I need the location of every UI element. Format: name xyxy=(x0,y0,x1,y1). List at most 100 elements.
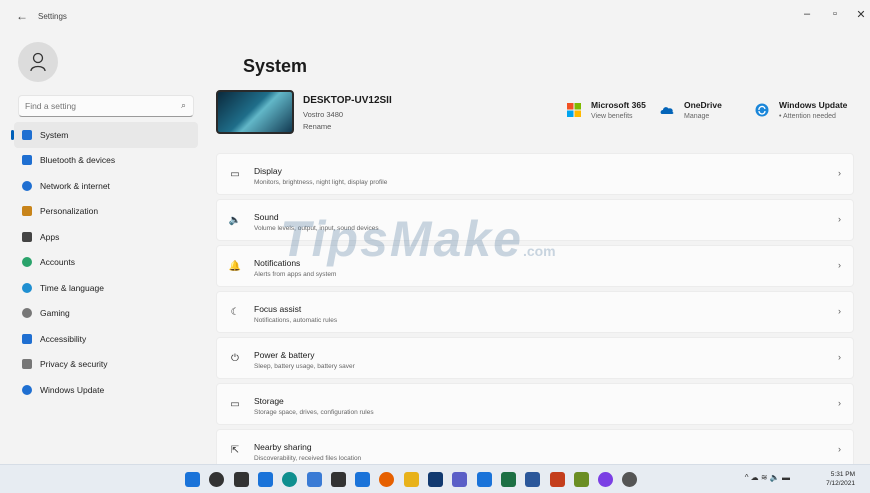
sidebar-item-personalization[interactable]: Personalization xyxy=(14,199,198,225)
search-box[interactable]: ⌕ xyxy=(18,95,194,117)
excel-icon[interactable] xyxy=(500,472,516,487)
sidebar-item-label: Apps xyxy=(40,231,60,242)
sidebar-item-accounts[interactable]: Accounts xyxy=(14,250,198,276)
maximize-button[interactable]: ▫ xyxy=(826,8,844,20)
card-subtitle: Notifications, automatic rules xyxy=(254,317,338,324)
store-icon[interactable] xyxy=(330,472,346,487)
windows-update-tile[interactable]: Windows Update • Attention needed xyxy=(755,100,847,120)
clock-date: 7/12/2021 xyxy=(826,480,855,487)
onedrive-tile[interactable]: OneDrive Manage xyxy=(660,100,722,120)
settings-card-display[interactable]: ▭ Display Monitors, brightness, night ligh… xyxy=(216,153,854,195)
sidebar-item-label: Network & internet xyxy=(40,180,110,191)
photos-icon[interactable] xyxy=(306,472,322,487)
sidebar-item-label: Personalization xyxy=(40,206,99,217)
settings-card-storage[interactable]: ▭ Storage Storage space, drives, configura… xyxy=(216,383,854,425)
settings-card-sound[interactable]: 🔈 Sound Volume levels, output, input, soun… xyxy=(216,199,854,241)
gamepad-icon xyxy=(22,308,32,319)
sidebar-item-label: System xyxy=(40,129,69,140)
device-wallpaper-thumbnail xyxy=(216,90,294,134)
sidebar-item-label: Windows Update xyxy=(40,384,105,395)
close-button[interactable]: ✕ xyxy=(852,8,870,21)
sidebar-item-label: Bluetooth & devices xyxy=(40,155,116,166)
promo-title: OneDrive xyxy=(684,100,722,110)
system-tray[interactable]: ^ ☁ ≋ 🔈 ▬ xyxy=(745,473,790,482)
sidebar-nav: System Bluetooth & devices Network & inter… xyxy=(11,122,198,403)
teams-icon[interactable] xyxy=(452,472,468,487)
edge-icon[interactable] xyxy=(282,472,298,487)
chevron-right-icon: › xyxy=(838,306,841,316)
widgets-icon[interactable] xyxy=(257,472,273,487)
back-arrow-icon[interactable]: ← xyxy=(16,9,28,23)
sidebar-item-accessibility[interactable]: Accessibility xyxy=(14,326,198,352)
chevron-right-icon: › xyxy=(838,398,841,408)
card-subtitle: Sleep, battery usage, battery saver xyxy=(254,363,355,370)
search-icon[interactable] xyxy=(209,472,225,487)
rename-link[interactable]: Rename xyxy=(303,122,331,131)
notepad-icon[interactable] xyxy=(476,472,492,487)
card-title: Nearby sharing xyxy=(254,442,312,452)
sidebar-item-system[interactable]: System xyxy=(11,122,198,148)
user-icon xyxy=(30,52,46,72)
card-title: Power & battery xyxy=(254,350,315,360)
device-model: Vostro 3480 xyxy=(303,110,344,119)
mail-icon[interactable] xyxy=(355,472,371,487)
onedrive-cloud-icon xyxy=(660,107,674,114)
settings-icon[interactable] xyxy=(622,472,638,487)
accessibility-icon xyxy=(22,333,32,344)
promo-title: Windows Update xyxy=(779,100,848,110)
settings-card-power-battery[interactable]: ⏻ Power & battery Sleep, battery usage, ba… xyxy=(216,337,854,379)
word-icon[interactable] xyxy=(525,472,541,487)
settings-card-focus-assist[interactable]: ☾ Focus assist Notifications, automatic ru… xyxy=(216,291,854,333)
snip-icon[interactable] xyxy=(573,472,589,487)
title-bar: ← Settings – ▫ ✕ xyxy=(0,0,870,30)
firefox-icon[interactable] xyxy=(379,472,395,487)
powerpoint-icon[interactable] xyxy=(549,472,565,487)
sidebar-item-gaming[interactable]: Gaming xyxy=(14,301,198,327)
windows-update-icon xyxy=(755,103,769,117)
sidebar-item-network-internet[interactable]: Network & internet xyxy=(14,173,198,199)
sidebar-item-label: Privacy & security xyxy=(40,359,108,370)
microsoft-365-icon xyxy=(567,103,581,117)
device-name: DESKTOP-UV12SII xyxy=(303,95,392,106)
task-view-icon[interactable] xyxy=(233,472,249,487)
page-title: System xyxy=(243,56,308,76)
sidebar-item-apps[interactable]: Apps xyxy=(14,224,198,250)
search-input[interactable] xyxy=(19,96,169,116)
chevron-right-icon: › xyxy=(838,214,841,224)
sidebar-item-label: Gaming xyxy=(40,308,70,319)
sidebar-item-windows-update[interactable]: Windows Update xyxy=(14,377,198,403)
card-title: Display xyxy=(254,166,282,176)
chevron-right-icon: › xyxy=(838,168,841,178)
settings-card-notifications[interactable]: 🔔 Notifications Alerts from apps and syste… xyxy=(216,245,854,287)
sidebar-item-label: Accessibility xyxy=(40,333,87,344)
card-subtitle: Monitors, brightness, night light, displ… xyxy=(254,179,388,186)
clock-time: 5:31 PM xyxy=(830,471,855,478)
bell-icon: 🔔 xyxy=(228,260,242,272)
person-icon xyxy=(22,257,32,268)
photoshop-icon[interactable] xyxy=(428,472,443,487)
microsoft-365-tile[interactable]: Microsoft 365 View benefits xyxy=(567,100,646,120)
taskbar-clock[interactable]: 5:31 PM 7/12/2021 xyxy=(826,470,855,488)
promo-title: Microsoft 365 xyxy=(591,100,646,110)
card-subtitle: Storage space, drives, configuration rul… xyxy=(254,409,374,416)
card-subtitle: Volume levels, output, input, sound devi… xyxy=(254,225,379,232)
promo-subtitle: Manage xyxy=(684,113,710,120)
update-icon xyxy=(22,384,32,395)
sidebar-item-privacy-security[interactable]: Privacy & security xyxy=(14,352,198,378)
globe-clock-icon xyxy=(22,282,32,293)
window-title: Settings xyxy=(38,12,67,21)
avatar[interactable] xyxy=(18,42,58,82)
shield-icon xyxy=(22,359,32,370)
settings-list: ▭ Display Monitors, brightness, night ligh… xyxy=(216,153,854,475)
storage-icon: ▭ xyxy=(230,398,240,410)
sidebar-item-time-language[interactable]: Time & language xyxy=(14,275,198,301)
minimize-button[interactable]: – xyxy=(798,8,816,20)
card-title: Storage xyxy=(254,396,284,406)
messenger-icon[interactable] xyxy=(598,472,614,487)
taskbar: ^ ☁ ≋ 🔈 ▬ 5:31 PM 7/12/2021 xyxy=(0,464,870,493)
active-indicator xyxy=(11,130,14,140)
windows-start-icon[interactable] xyxy=(185,472,200,487)
paint-icon[interactable] xyxy=(403,472,419,487)
speaker-icon: 🔈 xyxy=(228,214,242,226)
sidebar-item-bluetooth-devices[interactable]: Bluetooth & devices xyxy=(14,148,198,174)
